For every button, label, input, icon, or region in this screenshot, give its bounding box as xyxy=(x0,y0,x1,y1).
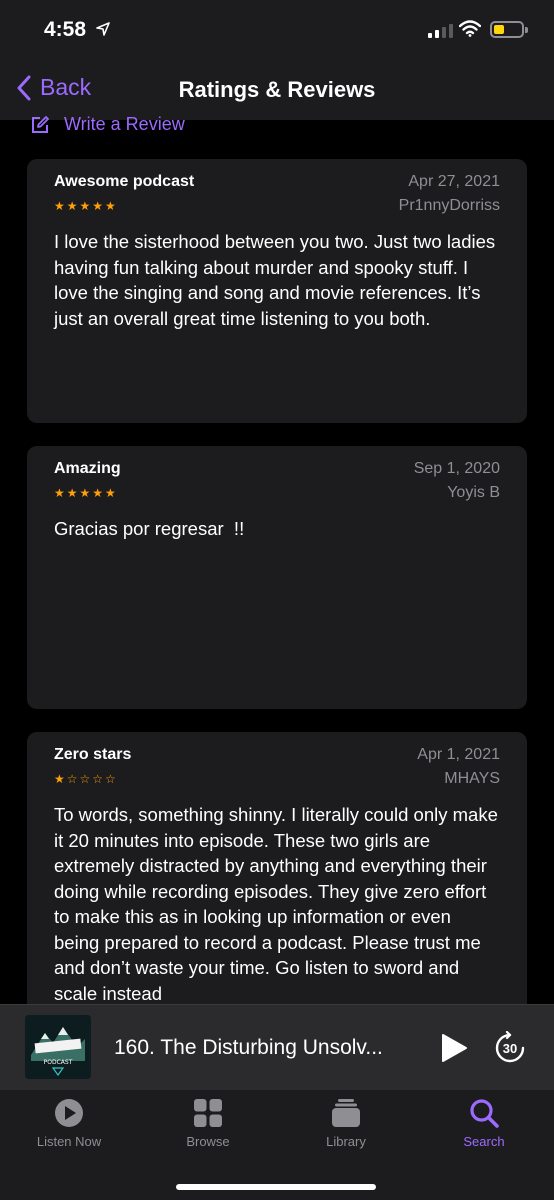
magnifier-icon xyxy=(470,1099,499,1128)
tab-listen-now[interactable]: Listen Now xyxy=(19,1098,119,1149)
tab-browse[interactable]: Browse xyxy=(158,1098,258,1149)
review-title: Awesome podcast xyxy=(54,173,195,190)
tab-label: Library xyxy=(326,1134,366,1149)
artwork-image: PODCAST xyxy=(25,1015,91,1079)
review-body: To words, something shinny. I literally … xyxy=(54,804,498,1004)
location-arrow-icon xyxy=(96,22,110,36)
svg-text:30: 30 xyxy=(503,1041,517,1056)
review-title: Zero stars xyxy=(54,746,132,763)
star-rating: ★★★★★ xyxy=(54,199,118,213)
review-date: Apr 1, 2021 xyxy=(417,746,500,763)
skip-forward-30-icon[interactable]: 30 xyxy=(493,1031,527,1065)
write-review-label: Write a Review xyxy=(64,114,185,134)
podcast-artwork: PODCAST xyxy=(25,1015,91,1079)
tab-label: Listen Now xyxy=(36,1134,102,1149)
write-review-button[interactable]: Write a Review xyxy=(30,114,185,135)
battery-icon xyxy=(490,21,528,38)
home-indicator[interactable] xyxy=(176,1184,376,1190)
star-rating: ★★★★★ xyxy=(54,486,118,500)
review-card[interactable]: Awesome podcast Apr 27, 2021 ★★★★★ Pr1nn… xyxy=(27,159,527,423)
play-icon[interactable] xyxy=(440,1033,468,1063)
navigation-bar: Back Ratings & Reviews xyxy=(0,62,554,120)
review-date: Apr 27, 2021 xyxy=(408,173,500,190)
grid-icon xyxy=(194,1099,222,1127)
review-body: I love the sisterhood between you two. J… xyxy=(54,231,496,329)
stack-icon xyxy=(332,1099,360,1127)
svg-text:PODCAST: PODCAST xyxy=(44,1059,73,1066)
status-bar: 4:58 xyxy=(0,0,554,62)
review-author: MHAYS xyxy=(444,770,500,787)
tab-search[interactable]: Search xyxy=(434,1098,534,1149)
review-title: Amazing xyxy=(54,460,121,477)
star-rating: ★☆☆☆☆ xyxy=(54,772,118,786)
tab-library[interactable]: Library xyxy=(296,1098,396,1149)
review-date: Sep 1, 2020 xyxy=(413,460,500,477)
status-time: 4:58 xyxy=(44,18,87,41)
now-playing-title[interactable]: 160. The Disturbing Unsolv... xyxy=(114,1036,409,1060)
play-circle-icon xyxy=(55,1099,83,1127)
signal-icon xyxy=(428,22,453,38)
compose-icon xyxy=(32,115,49,133)
tab-label: Browse xyxy=(186,1134,230,1149)
tab-label: Search xyxy=(463,1134,505,1149)
review-card[interactable]: Amazing Sep 1, 2020 ★★★★★ Yoyis B Gracia… xyxy=(27,446,527,709)
review-author: Pr1nnyDorriss xyxy=(398,197,500,214)
page-title: Ratings & Reviews xyxy=(178,77,376,102)
mini-player[interactable]: PODCAST 160. The Disturbing Unsolv... 30 xyxy=(0,1004,554,1090)
review-card[interactable]: Zero stars Apr 1, 2021 ★☆☆☆☆ MHAYS To wo… xyxy=(27,732,527,1022)
wifi-icon xyxy=(459,20,481,37)
review-body: Gracias por regresar !! xyxy=(54,518,245,539)
review-author: Yoyis B xyxy=(447,484,500,501)
